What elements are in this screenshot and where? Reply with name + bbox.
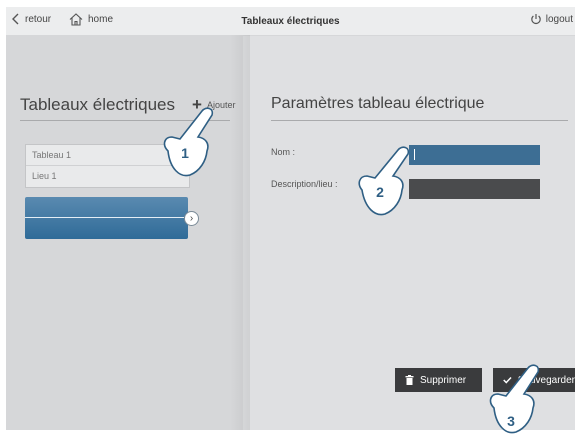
page-title: Tableaux électriques [241,16,340,27]
right-panel-title: Paramètres tableau électrique [271,95,485,112]
description-label: Description/lieu : [271,179,338,189]
name-field[interactable] [409,145,540,165]
panel-divider-shadow [230,35,250,430]
logout-button[interactable]: logout [530,13,573,25]
selected-item-separator [25,217,184,218]
callout-number-3: 3 [507,413,515,429]
tap-hand-icon: 2 [358,146,410,216]
left-panel-title: Tableaux électriques [20,95,175,114]
logout-label: logout [545,13,573,25]
list-item-location: Lieu 1 [32,171,57,181]
description-field[interactable] [409,179,540,199]
callout-number-1: 1 [181,145,189,161]
delete-button[interactable]: Supprimer [395,368,482,392]
tap-hand-icon: 3 [489,364,540,434]
name-label: Nom : [271,147,296,157]
new-list-item-selected[interactable] [25,197,188,239]
callout-number-2: 2 [376,184,384,200]
list-item-name: Tableau 1 [32,150,72,160]
chevron-right-circle-icon[interactable]: › [184,211,199,226]
power-icon [530,14,541,25]
tap-hand-icon: 1 [163,107,214,177]
trash-icon [405,375,414,385]
delete-label: Supprimer [420,374,467,386]
top-bar: retour home Tableaux électriques logout [6,7,575,36]
right-title-divider [271,120,568,121]
